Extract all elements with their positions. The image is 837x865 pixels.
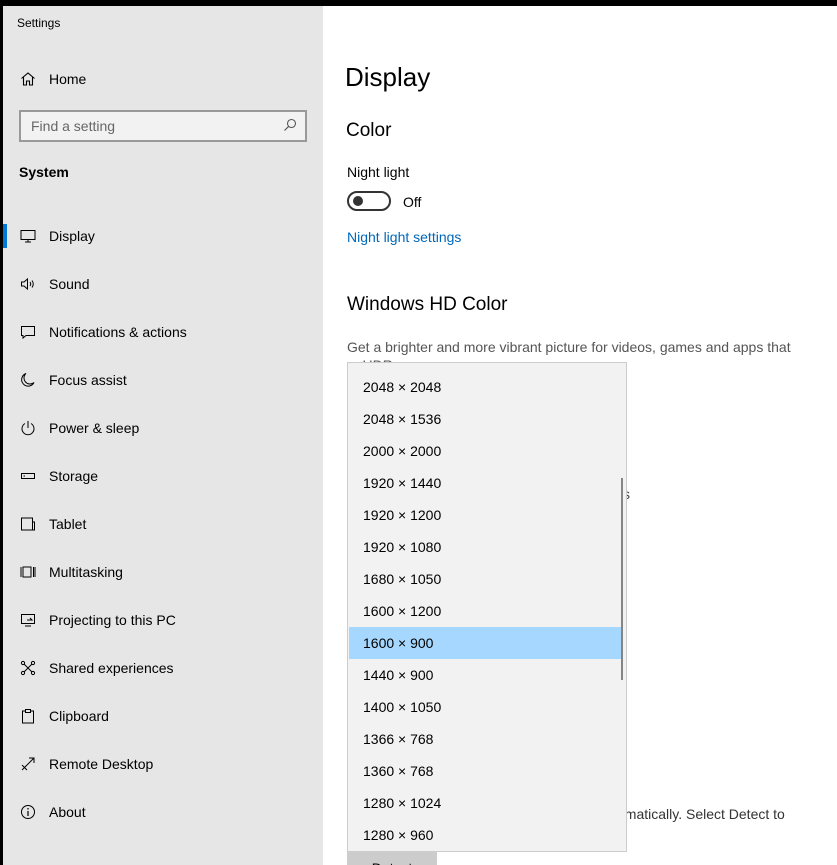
search-input[interactable]: Find a setting bbox=[19, 110, 307, 142]
sidebar-item-label: Projecting to this PC bbox=[49, 612, 176, 628]
section-label: System bbox=[19, 164, 69, 180]
resolution-option[interactable]: 1366 × 768 bbox=[349, 723, 623, 755]
sidebar-item-notifications[interactable]: Notifications & actions bbox=[3, 311, 323, 359]
settings-window: Settings Home Find a setting System Disp… bbox=[3, 6, 837, 865]
night-light-toggle[interactable] bbox=[347, 191, 391, 211]
tablet-icon bbox=[19, 515, 37, 533]
sidebar-item-about[interactable]: About bbox=[3, 791, 323, 839]
sidebar-item-shared-experiences[interactable]: Shared experiences bbox=[3, 647, 323, 695]
sidebar-item-label: Remote Desktop bbox=[49, 756, 154, 772]
clipboard-icon bbox=[19, 707, 37, 725]
resolution-dropdown[interactable]: 2048 × 2048 2048 × 1536 2000 × 2000 1920 × … bbox=[347, 362, 627, 852]
sidebar-item-sound[interactable]: Sound bbox=[3, 263, 323, 311]
message-icon bbox=[19, 323, 37, 341]
resolution-option[interactable]: 1600 × 1200 bbox=[349, 595, 623, 627]
sidebar-item-power-sleep[interactable]: Power & sleep bbox=[3, 407, 323, 455]
resolution-option[interactable]: 1280 × 960 bbox=[349, 819, 623, 851]
power-icon bbox=[19, 419, 37, 437]
sidebar-item-label: Tablet bbox=[49, 516, 87, 532]
sidebar-item-projecting[interactable]: Projecting to this PC bbox=[3, 599, 323, 647]
sidebar-item-clipboard[interactable]: Clipboard bbox=[3, 695, 323, 743]
sidebar-item-label: Sound bbox=[49, 276, 90, 292]
resolution-option[interactable]: 1920 × 1200 bbox=[349, 499, 623, 531]
night-light-label: Night light bbox=[347, 164, 410, 180]
resolution-option[interactable]: 1360 × 768 bbox=[349, 755, 623, 787]
sidebar-item-label: Focus assist bbox=[49, 372, 127, 388]
app-title: Settings bbox=[17, 16, 61, 30]
speaker-icon bbox=[19, 275, 37, 293]
resolution-options: 2048 × 2048 2048 × 1536 2000 × 2000 1920 × … bbox=[348, 371, 626, 851]
page-title: Display bbox=[345, 62, 431, 92]
sidebar-item-home[interactable]: Home bbox=[3, 63, 323, 95]
monitor-icon bbox=[19, 227, 37, 245]
sidebar-item-display[interactable]: Display bbox=[3, 215, 323, 263]
home-icon bbox=[19, 70, 37, 88]
search-placeholder: Find a setting bbox=[31, 118, 116, 134]
sidebar: Settings Home Find a setting System Disp… bbox=[3, 6, 323, 865]
projector-icon bbox=[19, 611, 37, 629]
multitasking-icon bbox=[19, 563, 37, 581]
resolution-option[interactable]: 1440 × 900 bbox=[349, 659, 623, 691]
share-icon bbox=[19, 659, 37, 677]
resolution-option[interactable]: 1920 × 1440 bbox=[349, 467, 623, 499]
sidebar-item-label: About bbox=[49, 804, 86, 820]
color-heading: Color bbox=[346, 120, 392, 141]
sidebar-item-label: Shared experiences bbox=[49, 660, 174, 676]
info-icon bbox=[19, 803, 37, 821]
resolution-option[interactable]: 1920 × 1080 bbox=[349, 531, 623, 563]
sidebar-item-label: Clipboard bbox=[49, 708, 109, 724]
search-icon[interactable] bbox=[283, 118, 299, 134]
night-light-settings-link[interactable]: Night light settings bbox=[347, 229, 461, 245]
sidebar-item-label: Multitasking bbox=[49, 564, 123, 580]
resolution-option[interactable]: 1400 × 1050 bbox=[349, 691, 623, 723]
sidebar-item-label: Power & sleep bbox=[49, 420, 140, 436]
detect-description: ematically. Select Detect to bbox=[617, 806, 785, 822]
resolution-option[interactable]: 2000 × 2000 bbox=[349, 435, 623, 467]
hd-color-description: Get a brighter and more vibrant picture … bbox=[347, 339, 791, 355]
sidebar-item-label: Storage bbox=[49, 468, 99, 484]
storage-icon bbox=[19, 467, 37, 485]
resolution-option[interactable]: 1600 × 900 bbox=[349, 627, 623, 659]
resolution-option[interactable]: 1280 × 1024 bbox=[349, 787, 623, 819]
sidebar-item-multitasking[interactable]: Multitasking bbox=[3, 551, 323, 599]
sidebar-item-label: Display bbox=[49, 228, 95, 244]
sidebar-item-label: Home bbox=[49, 71, 87, 87]
sidebar-nav: Display Sound Notifications & actions Fo… bbox=[3, 215, 323, 839]
sidebar-item-focus-assist[interactable]: Focus assist bbox=[3, 359, 323, 407]
moon-icon bbox=[19, 371, 37, 389]
sidebar-item-storage[interactable]: Storage bbox=[3, 455, 323, 503]
remote-desktop-icon bbox=[19, 755, 37, 773]
toggle-knob bbox=[353, 196, 363, 206]
sidebar-item-label: Notifications & actions bbox=[49, 324, 187, 340]
resolution-option[interactable]: 2048 × 2048 bbox=[349, 371, 623, 403]
resolution-option[interactable]: 1680 × 1050 bbox=[349, 563, 623, 595]
dropdown-scrollbar[interactable] bbox=[621, 478, 623, 680]
night-light-state: Off bbox=[403, 194, 422, 210]
resolution-option[interactable]: 2048 × 1536 bbox=[349, 403, 623, 435]
sidebar-item-tablet[interactable]: Tablet bbox=[3, 503, 323, 551]
sidebar-item-remote-desktop[interactable]: Remote Desktop bbox=[3, 743, 323, 791]
hd-color-heading: Windows HD Color bbox=[347, 294, 508, 315]
